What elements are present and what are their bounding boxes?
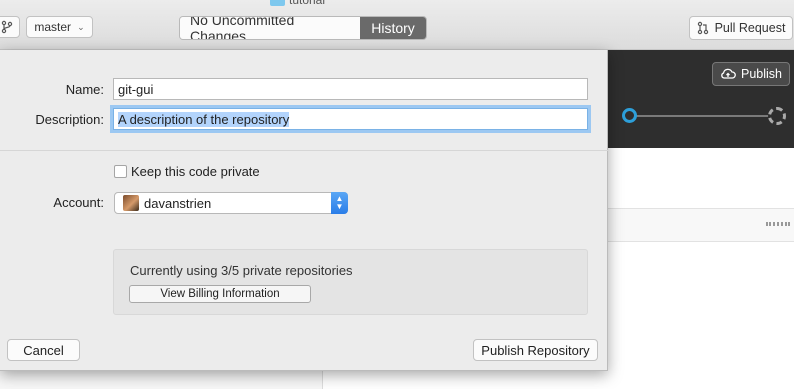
pull-request-label: Pull Request	[714, 21, 786, 35]
keep-private-checkbox[interactable]	[114, 165, 127, 178]
chevron-down-icon: ⌄	[77, 21, 85, 32]
view-billing-button[interactable]: View Billing Information	[129, 285, 311, 303]
tab-no-uncommitted-changes[interactable]: No Uncommitted Changes	[180, 17, 360, 39]
branch-selector-label: master	[34, 20, 72, 34]
billing-info-box: Currently using 3/5 private repositories…	[113, 249, 588, 315]
window-title: tutorial	[270, 0, 325, 7]
drag-grip-icon[interactable]	[766, 222, 790, 226]
cloud-upload-icon	[721, 68, 736, 79]
avatar	[123, 195, 139, 211]
content-bottom	[322, 371, 794, 389]
description-label: Description:	[35, 112, 104, 127]
description-field-value: A description of the repository	[118, 111, 290, 127]
tab-history[interactable]: History	[360, 17, 426, 39]
name-field-value: git-gui	[118, 81, 154, 97]
timeline-line	[630, 115, 776, 117]
branch-selector-button[interactable]: master ⌄	[26, 16, 93, 38]
toolbar: tutorial master ⌄ No Uncommitted Changes…	[0, 0, 794, 50]
folder-icon	[270, 0, 285, 6]
publish-label: Publish	[741, 67, 782, 81]
timeline-uncommitted-node[interactable]	[768, 107, 786, 125]
publish-repository-button[interactable]: Publish Repository	[473, 339, 598, 361]
view-switcher: No Uncommitted Changes History	[179, 16, 427, 40]
cancel-button[interactable]: Cancel	[7, 339, 80, 361]
branch-icon-button[interactable]	[0, 16, 20, 38]
history-list-pane	[608, 148, 794, 389]
window-title-label: tutorial	[289, 0, 326, 7]
branch-icon	[1, 20, 13, 34]
account-select-value: davanstrien	[144, 195, 212, 211]
keep-private-label[interactable]: Keep this code private	[131, 164, 260, 179]
pull-request-icon	[697, 21, 708, 35]
name-field[interactable]: git-gui	[113, 78, 588, 100]
timeline-commit-node[interactable]	[622, 108, 637, 123]
account-select[interactable]: davanstrien ▲ ▼	[114, 192, 348, 214]
private-usage-text: Currently using 3/5 private repositories	[130, 263, 353, 278]
publish-repository-dialog: Name: git-gui Description: A description…	[0, 50, 608, 371]
divider	[0, 150, 608, 151]
description-field[interactable]: A description of the repository	[113, 108, 588, 130]
account-label: Account:	[53, 195, 104, 210]
up-down-arrows-icon: ▲ ▼	[331, 192, 348, 214]
publish-button[interactable]: Publish	[712, 62, 790, 86]
sidebar-bottom	[0, 371, 322, 389]
pull-request-button[interactable]: Pull Request	[689, 16, 793, 40]
name-label: Name:	[65, 82, 104, 97]
